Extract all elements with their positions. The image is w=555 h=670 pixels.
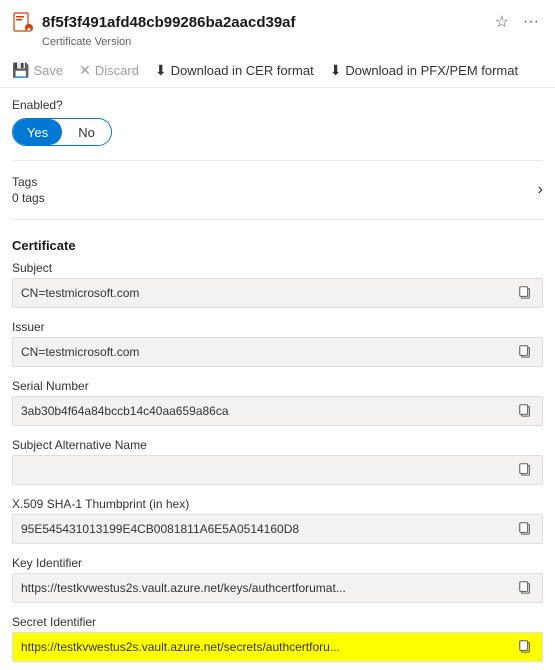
field-label-6: Secret Identifier xyxy=(12,615,543,629)
tags-content: Tags 0 tags xyxy=(12,175,538,205)
copy-button-1[interactable] xyxy=(516,344,534,361)
divider-2 xyxy=(12,219,543,220)
field-value-text-1: CN=testmicrosoft.com xyxy=(21,345,516,359)
header-actions: ☆ ··· xyxy=(491,10,543,34)
field-label-4: X.509 SHA-1 Thumbprint (in hex) xyxy=(12,497,543,511)
toolbar: 💾 Save ✕ Discard ⬇ Download in CER forma… xyxy=(0,54,555,88)
field-value-text-4: 95E545431013199E4CB0081811A6E5A0514160D8 xyxy=(21,522,516,536)
field-label-2: Serial Number xyxy=(12,379,543,393)
field-value-row-3 xyxy=(12,455,543,485)
copy-button-2[interactable] xyxy=(516,403,534,420)
copy-button-0[interactable] xyxy=(516,285,534,302)
discard-button[interactable]: ✕ Discard xyxy=(79,60,139,81)
field-group-1: Issuer CN=testmicrosoft.com xyxy=(0,316,555,375)
field-value-row-0: CN=testmicrosoft.com xyxy=(12,278,543,308)
field-label-3: Subject Alternative Name xyxy=(12,438,543,452)
certificate-fields: Subject CN=testmicrosoft.com Issuer CN=test… xyxy=(0,257,555,670)
no-toggle-button[interactable]: No xyxy=(62,119,111,145)
field-group-3: Subject Alternative Name xyxy=(0,434,555,493)
tags-section[interactable]: Tags 0 tags › xyxy=(0,169,555,211)
download-pfx-label: Download in PFX/PEM format xyxy=(345,63,518,78)
discard-icon: ✕ xyxy=(79,62,91,79)
field-label-5: Key Identifier xyxy=(12,556,543,570)
download-cer-label: Download in CER format xyxy=(171,63,314,78)
field-value-text-0: CN=testmicrosoft.com xyxy=(21,286,516,300)
tags-count: 0 tags xyxy=(12,191,538,205)
field-group-0: Subject CN=testmicrosoft.com xyxy=(0,257,555,316)
field-group-6: Secret Identifier https://testkvwestus2s.… xyxy=(0,611,555,670)
copy-button-4[interactable] xyxy=(516,521,534,538)
download-cer-button[interactable]: ⬇ Download in CER format xyxy=(155,60,314,81)
field-value-text-5: https://testkvwestus2s.vault.azure.net/k… xyxy=(21,581,516,595)
certificate-icon: ★ xyxy=(12,11,34,33)
field-value-row-2: 3ab30b4f64a84bccb14c40aa659a86ca xyxy=(12,396,543,426)
field-group-2: Serial Number 3ab30b4f64a84bccb14c40aa659… xyxy=(0,375,555,434)
field-value-row-6: https://testkvwestus2s.vault.azure.net/s… xyxy=(12,632,543,662)
field-group-5: Key Identifier https://testkvwestus2s.vau… xyxy=(0,552,555,611)
pin-button[interactable]: ☆ xyxy=(491,10,513,34)
header: ★ 8f5f3f491afd48cb99286ba2aacd39af ☆ ··· xyxy=(0,0,555,36)
field-value-row-5: https://testkvwestus2s.vault.azure.net/k… xyxy=(12,573,543,603)
page-subtitle: Certificate Version xyxy=(0,36,555,48)
certificate-section-title: Certificate xyxy=(0,228,555,257)
enabled-section: Enabled? Yes No xyxy=(0,88,555,152)
download-pfx-icon: ⬇ xyxy=(330,62,342,79)
enabled-label: Enabled? xyxy=(12,98,543,112)
download-cer-icon: ⬇ xyxy=(155,62,167,79)
field-label-0: Subject xyxy=(12,261,543,275)
save-label: Save xyxy=(33,63,63,78)
page-title: 8f5f3f491afd48cb99286ba2aacd39af xyxy=(42,14,483,31)
copy-button-6[interactable] xyxy=(516,639,534,656)
save-icon: 💾 xyxy=(12,62,29,79)
save-button[interactable]: 💾 Save xyxy=(12,60,63,81)
copy-button-5[interactable] xyxy=(516,580,534,597)
field-group-4: X.509 SHA-1 Thumbprint (in hex) 95E545431… xyxy=(0,493,555,552)
tags-label: Tags xyxy=(12,175,538,189)
field-value-row-1: CN=testmicrosoft.com xyxy=(12,337,543,367)
enabled-toggle-group: Yes No xyxy=(12,118,112,146)
yes-toggle-button[interactable]: Yes xyxy=(13,119,62,145)
svg-text:★: ★ xyxy=(26,27,32,34)
field-value-text-2: 3ab30b4f64a84bccb14c40aa659a86ca xyxy=(21,404,516,418)
field-label-1: Issuer xyxy=(12,320,543,334)
discard-label: Discard xyxy=(95,63,139,78)
field-value-row-4: 95E545431013199E4CB0081811A6E5A0514160D8 xyxy=(12,514,543,544)
tags-chevron-icon: › xyxy=(538,181,543,199)
more-options-button[interactable]: ··· xyxy=(519,10,543,34)
field-value-text-6: https://testkvwestus2s.vault.azure.net/s… xyxy=(21,640,516,654)
download-pfx-button[interactable]: ⬇ Download in PFX/PEM format xyxy=(330,60,518,81)
divider-1 xyxy=(12,160,543,161)
copy-button-3[interactable] xyxy=(516,462,534,479)
